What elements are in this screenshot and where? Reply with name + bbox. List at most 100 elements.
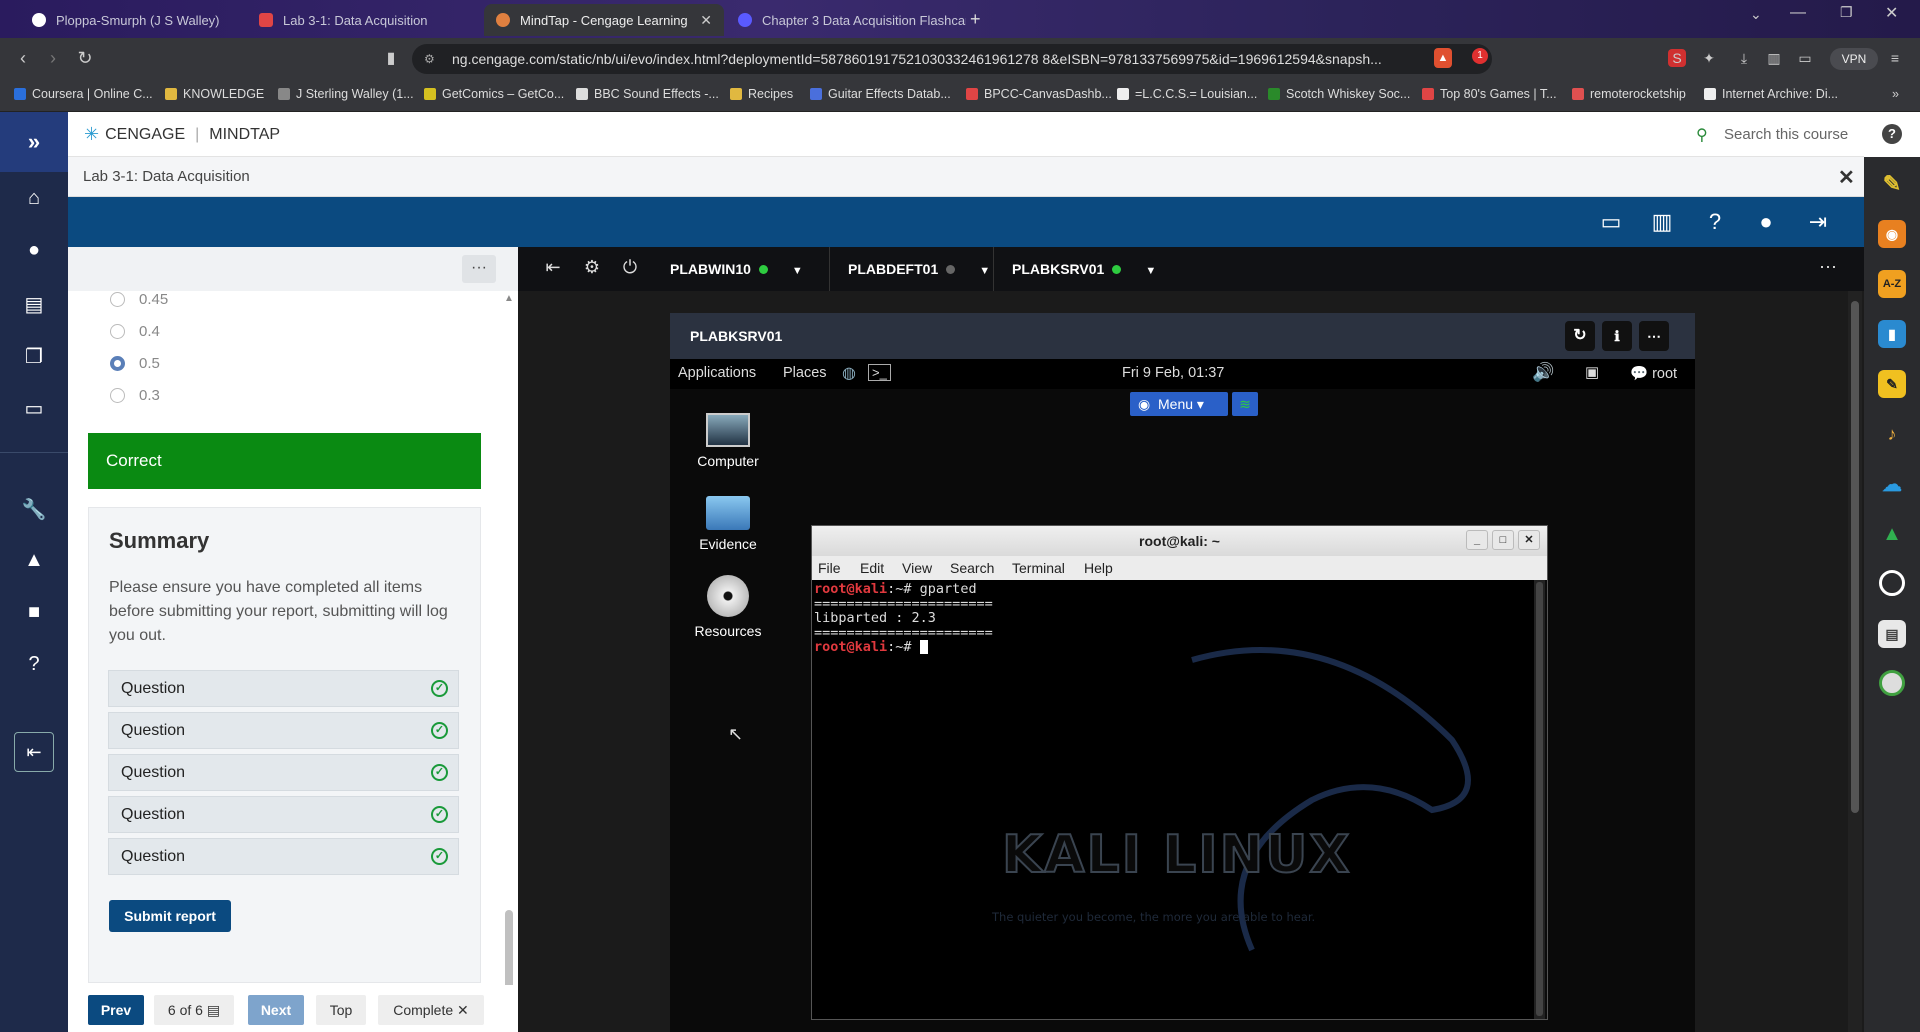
book-app-icon[interactable]: ▮: [1878, 320, 1906, 348]
pencil-icon[interactable]: ✎: [1878, 170, 1906, 198]
scrollbar-thumb[interactable]: [1851, 301, 1859, 813]
radio-button[interactable]: [110, 324, 125, 339]
power-icon[interactable]: ⏻: [618, 257, 642, 278]
site-info-icon[interactable]: ⚙: [424, 52, 435, 66]
user-icon[interactable]: ●: [1751, 209, 1781, 235]
question-row[interactable]: Question ✓: [108, 838, 459, 875]
terminal-launcher-icon[interactable]: >_: [868, 364, 891, 381]
home-icon[interactable]: ⌂: [0, 187, 68, 210]
wifi-icon[interactable]: ≋: [1232, 392, 1258, 416]
volume-icon[interactable]: 🔊: [1532, 362, 1554, 383]
maximize-icon[interactable]: ❐: [1840, 4, 1853, 21]
minimize-icon[interactable]: _: [1466, 530, 1488, 550]
close-window-icon[interactable]: ✕: [1885, 3, 1898, 23]
more-icon[interactable]: ⋯: [1639, 321, 1669, 351]
calendar-icon[interactable]: ▭: [0, 396, 68, 421]
clock[interactable]: Fri 9 Feb, 01:37: [1122, 365, 1224, 381]
desktop-icon-computer[interactable]: Computer: [688, 413, 768, 469]
search-course-input[interactable]: Search this course: [1724, 126, 1848, 143]
places-menu[interactable]: Places: [783, 365, 827, 381]
rss-icon[interactable]: ◉: [1878, 220, 1906, 248]
complete-button[interactable]: Complete ✕: [378, 995, 484, 1025]
page-indicator[interactable]: 6 of 6 ▤: [154, 995, 234, 1025]
extensions-icon[interactable]: ✦: [1700, 49, 1718, 67]
bookmark-item[interactable]: GetComics – GetCo...: [424, 87, 564, 101]
search-icon[interactable]: ⚲: [1696, 125, 1708, 145]
radio-button[interactable]: [110, 292, 125, 307]
notes-icon[interactable]: ✎: [1878, 370, 1906, 398]
maximize-icon[interactable]: □: [1492, 530, 1514, 550]
browser-tab-active[interactable]: MindTap - Cengage Learning ✕: [484, 4, 724, 36]
vm-console-window[interactable]: PLABKSRV01 ↻ ℹ ⋯ Applications Places ◍ >…: [670, 313, 1695, 1032]
refresh-icon[interactable]: ↻: [1565, 321, 1595, 351]
bookmark-item[interactable]: Top 80's Games | T...: [1422, 87, 1557, 101]
bookmark-folder[interactable]: Recipes: [730, 87, 793, 101]
bookmark-item[interactable]: Coursera | Online C...: [14, 87, 153, 101]
question-row[interactable]: Question ✓: [108, 796, 459, 833]
browser-tab[interactable]: Lab 3-1: Data Acquisition: [247, 4, 482, 36]
chevron-down-icon[interactable]: ▼: [979, 265, 990, 277]
kali-menu-button[interactable]: ◉ Menu ▾: [1130, 392, 1228, 416]
next-button[interactable]: Next: [248, 995, 304, 1025]
bookmark-item[interactable]: remoterocketship: [1572, 87, 1686, 101]
question-row[interactable]: Question ✓: [108, 754, 459, 791]
panel-scrollbar[interactable]: ▲ ▼: [502, 293, 516, 1027]
reload-icon[interactable]: ↻: [74, 48, 96, 69]
exit-icon[interactable]: ⇥: [1803, 209, 1833, 235]
wallet-icon[interactable]: ▭: [1796, 49, 1814, 67]
reading-speaker-icon[interactable]: ♪: [1878, 420, 1906, 448]
scrollbar-thumb[interactable]: [1536, 582, 1543, 1016]
help-circle-icon[interactable]: ?: [1700, 209, 1730, 235]
bookmark-item[interactable]: Internet Archive: Di...: [1704, 87, 1838, 101]
brave-rewards-badge[interactable]: 1: [1472, 48, 1488, 64]
bookmark-item[interactable]: Guitar Effects Datab...: [810, 87, 951, 101]
desktop-icon-evidence[interactable]: Evidence: [688, 496, 768, 552]
cengage-logo[interactable]: ✳ CENGAGE | MINDTAP: [84, 124, 280, 145]
close-icon[interactable]: ✕: [1518, 530, 1540, 550]
menu-view[interactable]: View: [902, 560, 932, 576]
info-icon[interactable]: ℹ: [1602, 321, 1632, 351]
menu-icon[interactable]: ≡: [1886, 49, 1904, 67]
onedrive-icon[interactable]: ☁: [1878, 470, 1906, 498]
search-app-icon[interactable]: [1879, 570, 1905, 596]
browser-tab[interactable]: Chapter 3 Data Acquisition Flashcar: [726, 4, 966, 36]
back-icon[interactable]: ‹: [12, 48, 34, 69]
terminal-output[interactable]: root@kali:~# gparted ===================…: [812, 580, 1534, 1019]
wrench-icon[interactable]: 🔧: [0, 497, 68, 522]
answer-option[interactable]: 0.4: [110, 323, 160, 340]
download-icon[interactable]: ⤓: [1735, 49, 1753, 67]
close-tab-icon[interactable]: ✕: [692, 12, 712, 29]
more-icon[interactable]: ⋯: [1816, 257, 1840, 278]
close-lab-button[interactable]: ✕: [1838, 165, 1855, 190]
network-icon[interactable]: ▣: [1585, 363, 1599, 381]
radio-button[interactable]: [110, 388, 125, 403]
submit-report-button[interactable]: Submit report: [109, 900, 231, 932]
bookmark-folder[interactable]: KNOWLEDGE: [165, 87, 264, 101]
bookmark-item[interactable]: =L.C.C.S.= Louisian...: [1117, 87, 1257, 101]
top-button[interactable]: Top: [316, 995, 366, 1025]
vpn-button[interactable]: VPN: [1830, 48, 1878, 70]
radio-button-selected[interactable]: [110, 356, 125, 371]
answer-option[interactable]: 0.3: [110, 387, 160, 404]
bookmark-item[interactable]: J Sterling Walley (1...: [278, 87, 414, 101]
more-options-button[interactable]: ···: [462, 255, 496, 283]
minimize-icon[interactable]: —: [1790, 4, 1806, 22]
new-tab-button[interactable]: +: [970, 9, 981, 30]
library-icon[interactable]: ❐: [0, 344, 68, 369]
menu-search[interactable]: Search: [950, 560, 994, 576]
help-icon[interactable]: ?: [1882, 124, 1902, 144]
terminal-window[interactable]: root@kali: ~ _ □ ✕ File Edit View Search…: [811, 525, 1548, 1020]
expand-nav-icon[interactable]: »: [0, 112, 68, 172]
profile-icon[interactable]: ●: [0, 239, 68, 262]
forward-icon[interactable]: ›: [42, 48, 64, 69]
desktop-icon-resources[interactable]: Resources: [688, 575, 768, 639]
vm-tab-plabdeft01[interactable]: PLABDEFT01 ▼: [829, 247, 990, 291]
menu-file[interactable]: File: [818, 560, 841, 576]
answer-option-selected[interactable]: 0.5: [110, 355, 160, 372]
sidebar-icon[interactable]: ▥: [1765, 49, 1783, 67]
answer-option[interactable]: 0.45: [110, 291, 168, 308]
browser-launcher-icon[interactable]: ◍: [842, 363, 856, 383]
logout-icon[interactable]: ⇤: [14, 732, 54, 772]
more-bookmarks-icon[interactable]: »: [1892, 87, 1899, 101]
briefcase-icon[interactable]: ■: [0, 601, 68, 624]
